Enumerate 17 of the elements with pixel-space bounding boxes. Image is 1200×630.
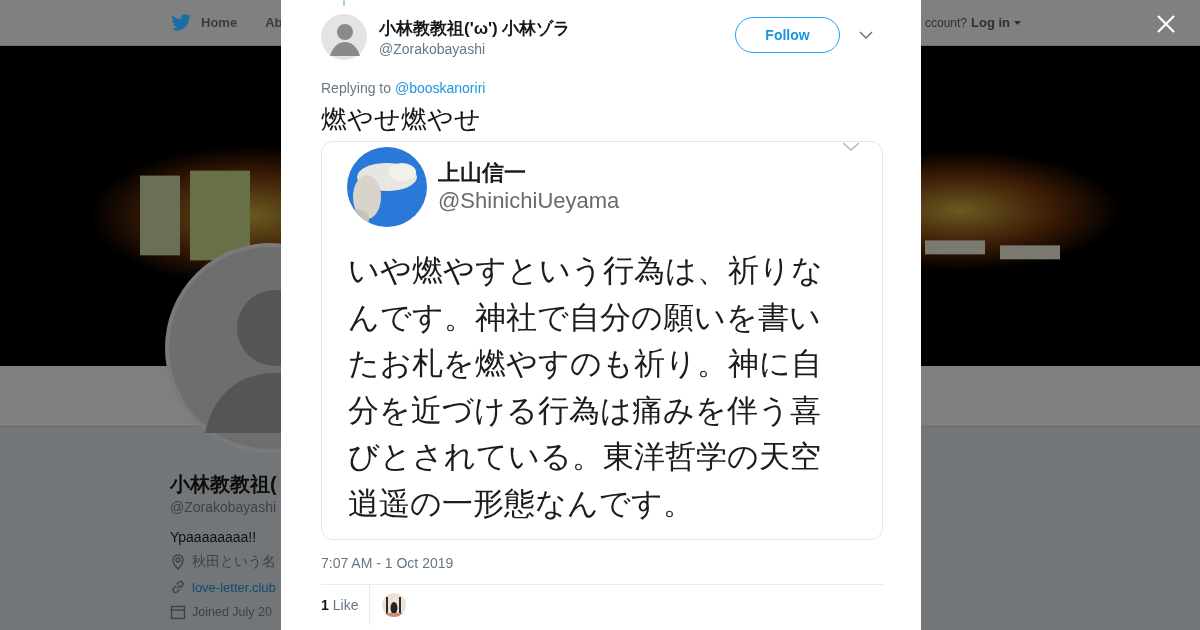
profile-url-link[interactable]: love-letter.club [192, 579, 276, 595]
link-icon [170, 579, 186, 595]
chevron-icon[interactable] [859, 31, 873, 39]
nav-link[interactable]: Ab [265, 15, 283, 30]
location-icon [170, 554, 186, 570]
profile-name: 小林教教祖( [170, 472, 277, 497]
nav-link[interactable]: Home [201, 15, 238, 30]
timestamp[interactable]: 7:07 AM - 1 Oct 2019 [321, 555, 883, 571]
close-icon[interactable] [1157, 15, 1175, 33]
account-prompt: ccount? [924, 15, 967, 30]
profile-bio: Ypaaaaaaaa!! [170, 529, 257, 545]
login-link[interactable]: Log in [971, 15, 1010, 30]
calendar-icon [170, 604, 186, 620]
author-name[interactable]: 小林教教祖('ω') 小林ゾラ [379, 17, 735, 40]
caret-icon [1014, 20, 1021, 25]
follow-button[interactable]: Follow [735, 17, 840, 53]
like-count[interactable]: 1 Like [321, 585, 371, 625]
